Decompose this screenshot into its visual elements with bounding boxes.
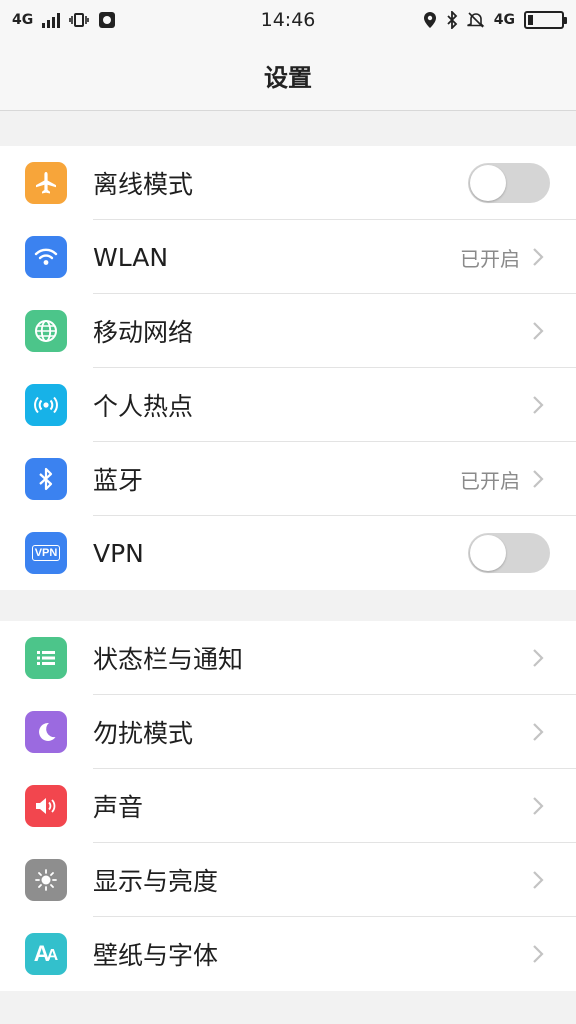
moon-icon (25, 711, 67, 753)
chevron-right-icon (532, 796, 548, 816)
settings-group-network: 离线模式 WLAN 已开启 移动网络 个人热点 蓝牙 已开启 VPN VPN (0, 146, 576, 590)
setting-personal-hotspot[interactable]: 个人热点 (0, 368, 576, 442)
bluetooth-icon (25, 458, 67, 500)
font-icon-letter-small: A (46, 947, 59, 964)
setting-label: 移动网络 (93, 318, 194, 347)
setting-label: 显示与亮度 (93, 867, 219, 896)
setting-mobile-network[interactable]: 移动网络 (0, 294, 576, 368)
setting-label: 状态栏与通知 (93, 645, 244, 674)
font-icon-letters: A A (34, 943, 58, 965)
bluetooth-status-icon (447, 11, 458, 29)
list-icon (25, 637, 67, 679)
setting-value: 已开启 (460, 246, 520, 271)
speaker-icon (25, 785, 67, 827)
chevron-right-icon (532, 722, 548, 742)
setting-label: 离线模式 (93, 170, 194, 199)
setting-label: 勿扰模式 (93, 719, 194, 748)
setting-label: 声音 (93, 793, 144, 822)
airplane-icon (25, 162, 67, 204)
airplane-mode-toggle[interactable] (468, 163, 550, 203)
status-bar: 4G 14:46 4G (0, 0, 576, 40)
brightness-icon (25, 859, 67, 901)
settings-group-display: 状态栏与通知 勿扰模式 声音 显示与亮度 A A 壁纸与字体 (0, 621, 576, 991)
network-type-label: 4G (12, 12, 34, 28)
network-type-label-right: 4G (493, 12, 515, 28)
setting-label: 壁纸与字体 (93, 941, 219, 970)
setting-vpn[interactable]: VPN VPN (0, 516, 576, 590)
toggle-knob (470, 165, 506, 201)
setting-sound[interactable]: 声音 (0, 769, 576, 843)
signal-icon (42, 12, 61, 28)
setting-wlan[interactable]: WLAN 已开启 (0, 220, 576, 294)
setting-label: 蓝牙 (93, 466, 144, 495)
wifi-icon (25, 236, 67, 278)
setting-label: VPN (93, 538, 144, 568)
page-title: 设置 (264, 63, 312, 92)
chevron-right-icon (532, 321, 548, 341)
location-icon (423, 12, 436, 28)
status-right: 4G (423, 11, 567, 29)
vpn-icon-text: VPN (31, 545, 61, 561)
hotspot-icon (25, 384, 67, 426)
setting-do-not-disturb[interactable]: 勿扰模式 (0, 695, 576, 769)
vpn-icon: VPN (25, 532, 67, 574)
battery-icon (524, 11, 567, 29)
vibrate-icon (69, 13, 90, 27)
mute-bell-icon (466, 12, 485, 28)
chevron-right-icon (532, 944, 548, 964)
toggle-knob (470, 535, 506, 571)
vpn-toggle[interactable] (468, 533, 550, 573)
setting-airplane-mode[interactable]: 离线模式 (0, 146, 576, 220)
nav-bar: 设置 (0, 40, 576, 111)
setting-value: 已开启 (460, 468, 520, 493)
chevron-right-icon (532, 469, 548, 489)
setting-label: 个人热点 (93, 392, 194, 421)
setting-display-brightness[interactable]: 显示与亮度 (0, 843, 576, 917)
chevron-right-icon (532, 247, 548, 267)
chevron-right-icon (532, 648, 548, 668)
globe-icon (25, 310, 67, 352)
chevron-right-icon (532, 870, 548, 890)
setting-wallpaper-fonts[interactable]: A A 壁纸与字体 (0, 917, 576, 991)
app-notification-icon (99, 12, 116, 28)
font-icon: A A (25, 933, 67, 975)
setting-statusbar-notifications[interactable]: 状态栏与通知 (0, 621, 576, 695)
status-left: 4G (12, 11, 116, 29)
chevron-right-icon (532, 395, 548, 415)
setting-label: WLAN (93, 242, 169, 272)
setting-bluetooth[interactable]: 蓝牙 已开启 (0, 442, 576, 516)
